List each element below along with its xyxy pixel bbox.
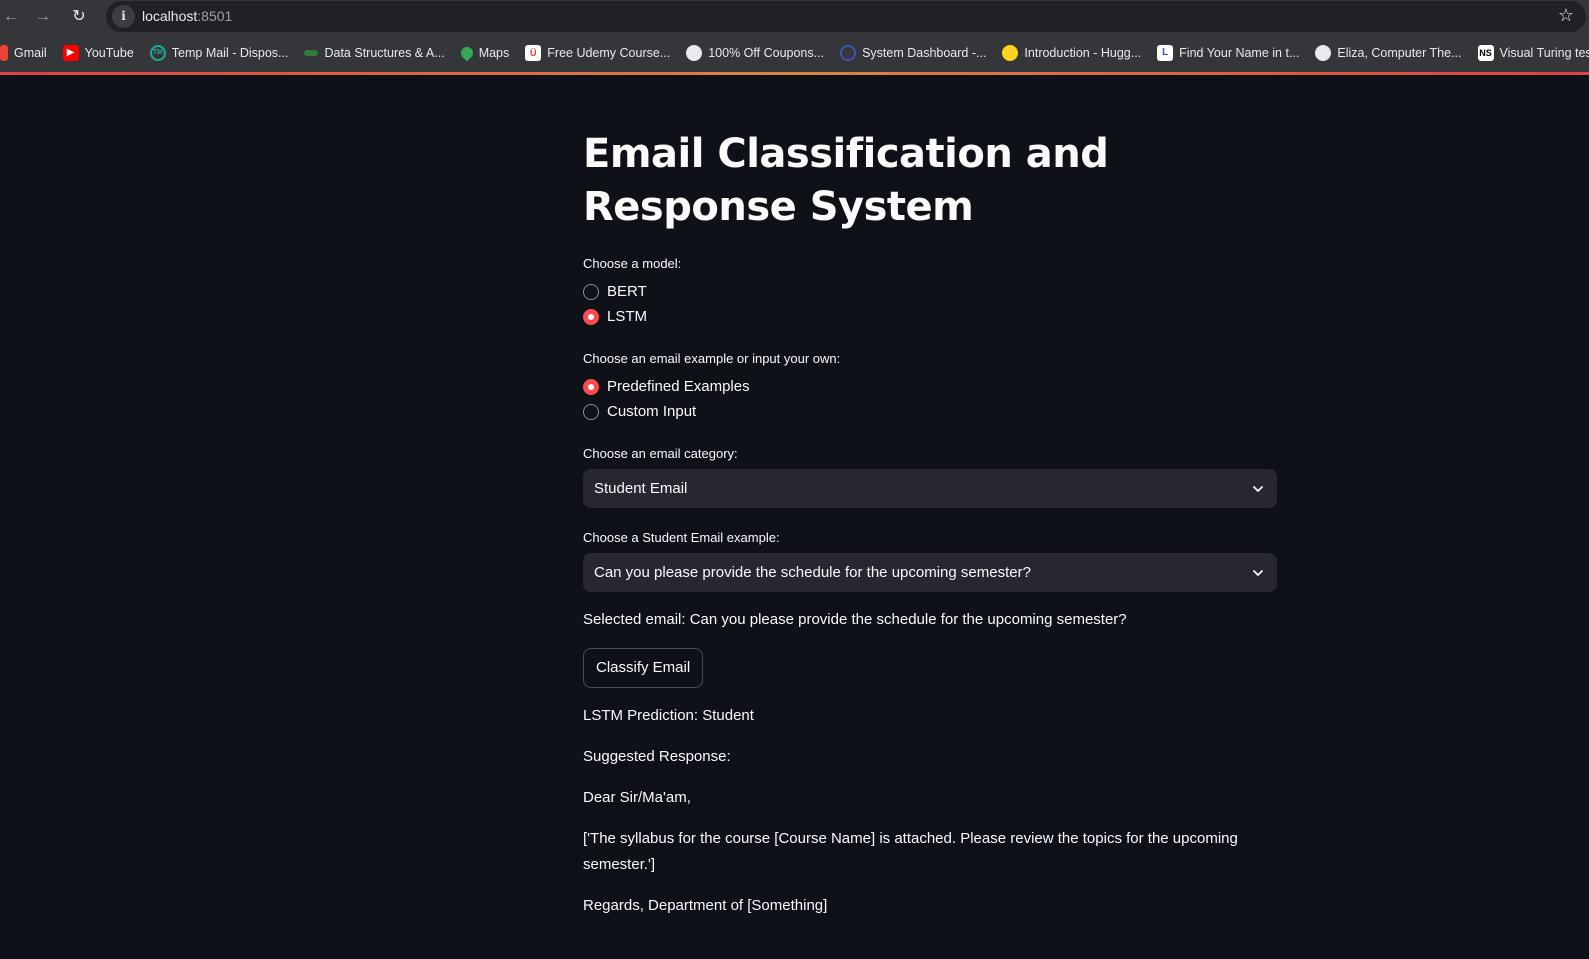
bookmark-item[interactable]: ▶ YouTube [55, 39, 142, 67]
system-dashboard-icon [840, 45, 857, 61]
url-port: :8501 [197, 8, 233, 24]
url-host: localhost [142, 8, 198, 24]
gmail-icon [0, 45, 8, 61]
suggested-response-label: Suggested Response: [583, 748, 731, 765]
radio-unchecked-icon[interactable] [583, 283, 599, 300]
model-option-lstm[interactable]: LSTM [583, 304, 1283, 329]
bookmark-label: System Dashboard -... [862, 46, 987, 60]
page-title: Email Classification and Response System [583, 131, 1109, 230]
bookmark-item[interactable]: TM Temp Mail - Dispos... [142, 39, 297, 67]
bookmarks-bar: Gmail ▶ YouTube TM Temp Mail - Dispos... Data… [0, 34, 1589, 72]
bookmark-item[interactable]: 100% Off Coupons... [678, 39, 832, 67]
bookmark-label: Maps [478, 46, 510, 60]
bookmark-item[interactable]: Data Structures & A... [296, 39, 452, 67]
source-radio-group: Predefined Examples Custom Input [583, 374, 1283, 424]
data-structures-icon [304, 50, 319, 56]
find-name-icon: L [1157, 45, 1174, 61]
maps-icon [458, 44, 476, 62]
globe-icon [1315, 45, 1332, 61]
globe-icon [686, 45, 703, 61]
response-body: ['The syllabus for the course [Course Na… [583, 830, 1238, 873]
bookmark-label: Eliza, Computer The... [1337, 46, 1462, 60]
bookmark-item[interactable]: Ü Free Udemy Course... [517, 39, 678, 67]
bookmark-label: YouTube [84, 46, 134, 60]
response-signoff: Regards, Department of [Something] [583, 897, 828, 914]
model-option-label: BERT [607, 283, 647, 300]
bookmark-item[interactable]: Maps [453, 39, 518, 67]
bookmark-item[interactable]: System Dashboard -... [832, 39, 994, 67]
example-value: Can you please provide the schedule for … [594, 564, 1031, 581]
example-select[interactable]: Can you please provide the schedule for … [583, 553, 1277, 592]
prediction-text: LSTM Prediction: Student [583, 707, 754, 724]
main-content: Email Classification and Response System… [583, 128, 1283, 919]
bookmark-item[interactable]: L Find Your Name in t... [1149, 39, 1307, 67]
huggingface-icon [1002, 45, 1019, 61]
response-greeting: Dear Sir/Ma'am, [583, 789, 691, 806]
url-text[interactable]: localhost:8501 [142, 8, 232, 24]
model-option-bert[interactable]: BERT [583, 279, 1283, 304]
radio-unchecked-icon[interactable] [583, 403, 599, 420]
source-option-predefined[interactable]: Predefined Examples [583, 374, 1283, 399]
back-icon[interactable]: ← [0, 6, 22, 28]
source-option-label: Predefined Examples [607, 378, 750, 395]
classify-email-button[interactable]: Classify Email [583, 648, 704, 688]
model-label: Choose a model: [583, 256, 682, 271]
example-label: Choose a Student Email example: [583, 530, 780, 545]
address-bar[interactable]: i localhost:8501 ☆ [106, 1, 1586, 32]
category-value: Student Email [594, 480, 688, 497]
source-option-label: Custom Input [607, 403, 697, 420]
selected-email-text: Selected email: Can you please provide t… [583, 611, 1127, 628]
bookmark-item[interactable]: Gmail [0, 39, 55, 67]
bookmark-label: Free Udemy Course... [547, 46, 671, 60]
chevron-down-icon [1253, 569, 1263, 576]
model-radio-group: BERT LSTM [583, 279, 1283, 329]
browser-toolbar: ← → ↻ i localhost:8501 ☆ [0, 0, 1589, 34]
bookmark-label: Temp Mail - Dispos... [171, 46, 289, 60]
bookmark-label: Find Your Name in t... [1179, 46, 1300, 60]
category-label: Choose an email category: [583, 446, 738, 461]
reload-icon[interactable]: ↻ [68, 6, 90, 28]
bookmark-label: 100% Off Coupons... [708, 46, 825, 60]
bookmark-label: Visual Turing test |... [1499, 46, 1589, 60]
tempmail-icon: TM [149, 45, 166, 61]
udemy-icon: Ü [525, 45, 542, 61]
bookmark-star-icon[interactable]: ☆ [1558, 5, 1574, 26]
youtube-icon: ▶ [62, 45, 79, 61]
source-option-custom[interactable]: Custom Input [583, 399, 1283, 424]
site-info-icon[interactable]: i [112, 5, 135, 28]
radio-checked-icon[interactable] [583, 378, 599, 395]
bookmark-item[interactable]: NS Visual Turing test |... [1470, 39, 1589, 67]
bookmark-label: Gmail [14, 46, 47, 60]
bookmark-item[interactable]: Introduction - Hugg... [994, 39, 1149, 67]
chevron-down-icon [1253, 485, 1263, 492]
forward-icon[interactable]: → [32, 6, 54, 28]
category-select[interactable]: Student Email [583, 469, 1277, 508]
bookmark-label: Data Structures & A... [324, 46, 445, 60]
source-label: Choose an email example or input your ow… [583, 351, 841, 366]
radio-checked-icon[interactable] [583, 308, 599, 325]
app-top-decoration [0, 72, 1589, 75]
ns-icon: NS [1477, 45, 1494, 61]
bookmark-label: Introduction - Hugg... [1024, 46, 1142, 60]
model-option-label: LSTM [607, 308, 648, 325]
bookmark-item[interactable]: Eliza, Computer The... [1307, 39, 1469, 67]
